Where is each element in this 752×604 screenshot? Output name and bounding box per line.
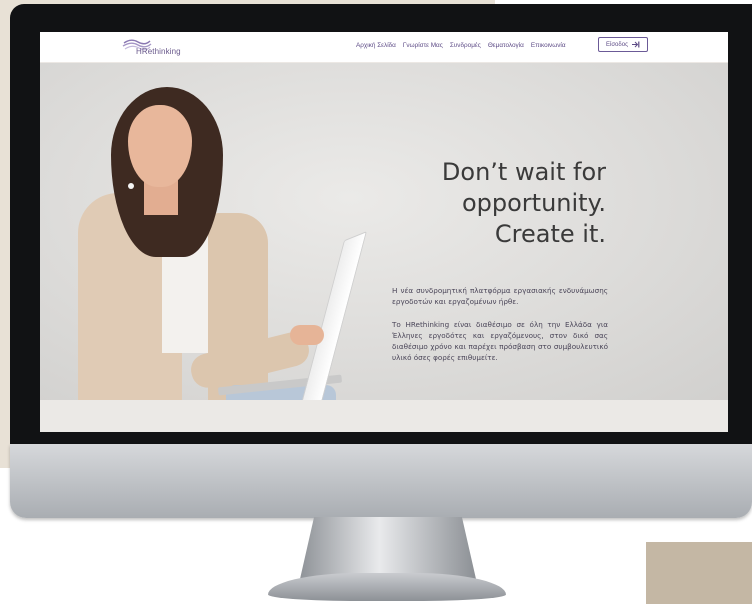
headline-line-3: Create it.: [494, 220, 606, 248]
headline-line-1: Don’t wait for: [441, 158, 606, 186]
nav-about[interactable]: Γνωρίστε Μας: [403, 42, 443, 49]
nav-topics[interactable]: Θεματολογία: [488, 42, 524, 49]
monitor-stand: [300, 517, 476, 579]
logo-text: HRethinking: [136, 47, 181, 56]
hero-description-text: Το HRethinking είναι διαθέσιμο σε όλη τη…: [392, 320, 608, 362]
top-navbar: HRethinking Αρχική Σελίδα Γνωρίστε Μας Σ…: [40, 32, 728, 63]
site-logo[interactable]: HRethinking: [122, 38, 182, 58]
nav-home[interactable]: Αρχική Σελίδα: [356, 42, 396, 49]
monitor-screen: HRethinking Αρχική Σελίδα Γνωρίστε Μας Σ…: [40, 32, 728, 432]
monitor-chin: [10, 444, 752, 518]
main-nav: Αρχική Σελίδα Γνωρίστε Μας Συνδρομές Θεμ…: [356, 42, 566, 49]
headline-line-2: opportunity.: [461, 189, 606, 217]
hero-headline: Don’t wait for opportunity. Create it.: [362, 157, 606, 250]
hero-section: Don’t wait for opportunity. Create it. Η…: [40, 63, 728, 400]
login-button[interactable]: Είσοδος: [598, 37, 648, 52]
login-arrow-icon: [631, 41, 640, 48]
hero-intro-text: Η νέα συνδρομητική πλατφόρμα εργασιακής …: [392, 286, 608, 306]
section-divider-strip: [40, 400, 728, 432]
decorative-block: [646, 542, 752, 604]
photo-earring: [128, 183, 134, 189]
login-label: Είσοδος: [606, 41, 628, 48]
photo-face: [128, 105, 192, 187]
monitor-stand-base: [268, 573, 506, 601]
nav-subscriptions[interactable]: Συνδρομές: [450, 42, 481, 49]
photo-hand: [290, 325, 324, 345]
nav-contact[interactable]: Επικοινωνία: [531, 42, 566, 49]
